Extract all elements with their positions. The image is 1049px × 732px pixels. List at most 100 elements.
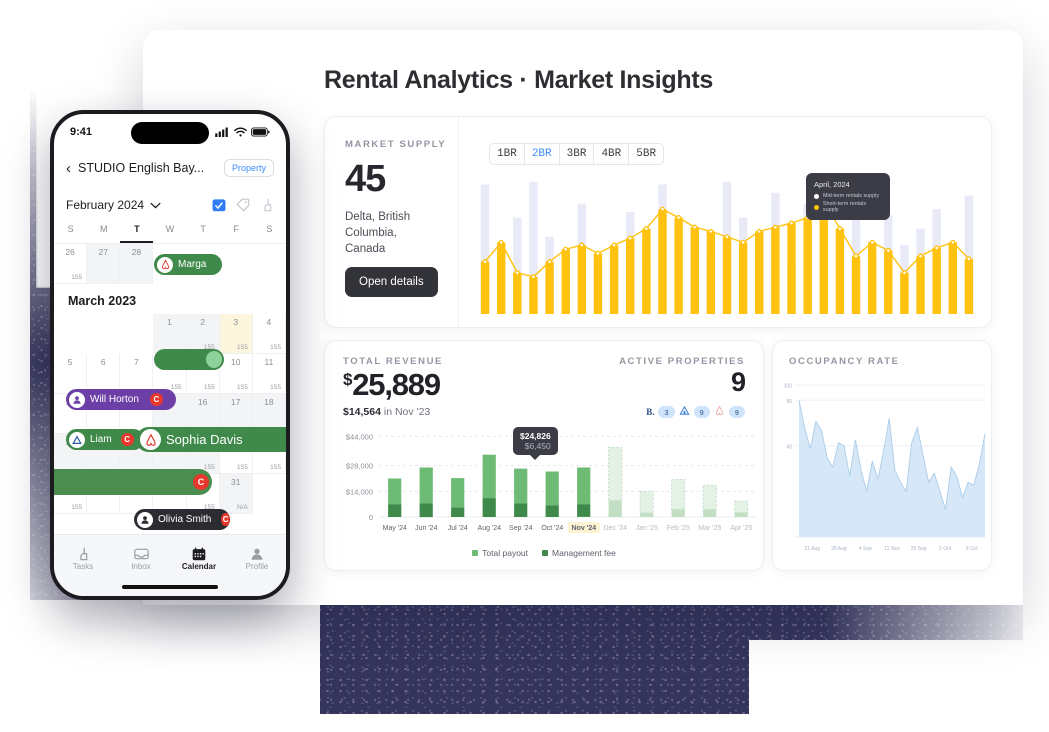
back-icon[interactable]: ‹ (66, 160, 71, 177)
calendar-day-cell[interactable]: 27 (87, 244, 121, 284)
revenue-bar[interactable] (514, 468, 528, 517)
bedroom-tab-5br[interactable]: 5BR (629, 144, 663, 164)
phone-notch (131, 122, 209, 144)
svg-text:11 Sep: 11 Sep (884, 546, 900, 552)
calendar-day-price: 155 (236, 344, 248, 351)
phone-header-actions (212, 198, 274, 212)
revenue-bar[interactable] (482, 454, 496, 517)
midterm-dot-icon (814, 193, 819, 199)
calendar-day-number: 28 (131, 247, 142, 257)
svg-text:Nov '24: Nov '24 (571, 525, 596, 532)
calendar-day-cell[interactable]: 2 155 (186, 314, 220, 354)
revenue-bar[interactable] (451, 478, 465, 517)
calendar-day-cell[interactable] (253, 244, 286, 284)
svg-text:$28,000: $28,000 (346, 462, 373, 471)
calendar-day-cell[interactable] (87, 314, 120, 354)
tab-calendar-label: Calendar (181, 562, 217, 571)
backdrop-mask-lowerright (749, 640, 1049, 732)
svg-text:Sep '24: Sep '24 (509, 525, 533, 532)
occupancy-rate-label: OCCUPANCY RATE (789, 356, 900, 367)
reservation-bar-sophia-davis[interactable]: Sophia Davis (136, 427, 286, 452)
calendar-day-cell[interactable]: 6 (87, 354, 121, 394)
calendar-day-cell[interactable]: 3 155 (219, 314, 253, 354)
reservation-guest-name: Marga (178, 259, 207, 270)
calendar-day-cell[interactable] (220, 244, 253, 284)
reservation-bar-liam[interactable]: Liam C (66, 429, 144, 450)
tab-inbox-label: Inbox (131, 562, 151, 571)
calendar-week[interactable]: 1 2 155 3 155 4 155 (54, 314, 286, 354)
calendar-day-cell[interactable]: 11 155 (252, 354, 286, 394)
profile-icon (228, 544, 286, 562)
bedroom-tab-2br[interactable]: 2BR (525, 144, 560, 164)
reservation-bar-olivia-smith[interactable]: Olivia Smith C (134, 509, 230, 530)
reservation-guest-name: Sophia Davis (166, 432, 243, 447)
calendar-day-cell[interactable]: 1 (153, 314, 187, 354)
bedroom-tab-3br[interactable]: 3BR (560, 144, 595, 164)
revenue-bar[interactable] (419, 467, 433, 518)
calendar-icon (170, 544, 228, 562)
cellular-icon (215, 127, 228, 137)
total-revenue-card: TOTAL REVENUE $25,889 $14,564 in Nov '23… (324, 340, 764, 571)
calendar-day-cell[interactable]: 7 (120, 354, 154, 394)
cleaning-icon[interactable] (260, 198, 274, 212)
calendar-day-cell[interactable]: 4 155 (252, 314, 286, 354)
calendar-day-cell[interactable]: 28 (120, 244, 154, 284)
active-properties-summary: ACTIVE PROPERTIES 9 B. 3 9 9 (619, 356, 746, 421)
calendar-day-cell[interactable]: 26 155 (54, 244, 88, 284)
calendar-day-cell[interactable] (120, 314, 153, 354)
tab-profile-label: Profile (245, 562, 269, 571)
reservation-bar-will-horton[interactable]: Will Horton C (66, 389, 176, 410)
calendar-day-price: 155 (71, 274, 83, 281)
revenue-bar[interactable] (388, 478, 402, 518)
calendar-day-number: 10 (231, 357, 241, 367)
market-supply-card: MARKET SUPPLY 45 Delta, British Columbia… (324, 116, 992, 328)
revenue-bar[interactable] (671, 479, 686, 517)
chevron-down-icon[interactable] (150, 202, 161, 209)
booking-icon: B. (646, 407, 655, 417)
revenue-bar[interactable] (702, 484, 717, 517)
revenue-bar[interactable] (577, 467, 591, 517)
tab-tasks[interactable]: Tasks (54, 544, 112, 596)
bedroom-filter-group[interactable]: 1BR 2BR 3BR 4BR 5BR (489, 143, 665, 165)
reservation-bar-marga[interactable]: Marga (154, 254, 222, 275)
market-supply-location: Delta, British Columbia, Canada (345, 211, 411, 255)
svg-text:Dec '24: Dec '24 (604, 525, 628, 532)
revenue-bar[interactable] (608, 446, 623, 517)
reservation-bar-unnamed-2[interactable]: C (54, 469, 212, 495)
phone-weekday-row: S M T W T F S (54, 224, 286, 244)
bedroom-tab-4br[interactable]: 4BR (594, 144, 630, 164)
calendar-day-cell[interactable] (54, 314, 87, 354)
market-supply-chart[interactable] (477, 169, 977, 314)
calendar-day-price: 155 (270, 344, 281, 351)
tasks-icon (54, 544, 112, 562)
svg-text:Jun '24: Jun '24 (415, 525, 437, 532)
weekday-3: W (165, 224, 175, 234)
legend-management-fee-label: Management fee (552, 548, 616, 558)
reservation-guest-name: Olivia Smith (158, 514, 212, 525)
bedroom-tab-1br[interactable]: 1BR (490, 144, 525, 164)
revenue-bar[interactable] (639, 490, 654, 517)
revenue-bar[interactable] (734, 500, 749, 517)
reservation-bar-unnamed-1[interactable] (154, 349, 224, 370)
calendar-filter-icon[interactable] (212, 198, 226, 212)
property-chip-button[interactable]: Property (223, 159, 274, 177)
channel-dot-icon: C (193, 474, 209, 490)
tag-icon[interactable] (236, 198, 250, 212)
phone-calendar[interactable]: 261552728 March 2023 1215531554155 56781… (54, 244, 286, 534)
legend-management-fee-swatch (542, 550, 549, 556)
tab-profile[interactable]: Profile (228, 544, 286, 596)
tooltip-shortterm-label: Short-term rentals supply (822, 201, 867, 213)
calendar-day-cell[interactable] (253, 474, 286, 514)
revenue-tooltip-total: $24,826 (520, 431, 551, 441)
calendar-day-price: 155 (203, 384, 215, 391)
open-details-button[interactable]: Open details (345, 267, 438, 297)
calendar-day-number: 6 (100, 357, 106, 367)
revenue-bar[interactable] (545, 471, 559, 518)
calendar-day-number: 16 (197, 397, 208, 407)
occupancy-chart[interactable]: 100 90 60 21 Aug 28 Aug 4 Sep 11 Sep 25 Sep 2 Oc… (773, 377, 993, 567)
calendar-day-cell[interactable]: 31 N/A (219, 474, 253, 514)
calendar-day-cell[interactable]: 5 (54, 354, 88, 394)
calendar-day-cell[interactable]: 10 155 (219, 354, 253, 394)
avatar (206, 351, 222, 368)
status-indicators (215, 127, 270, 137)
